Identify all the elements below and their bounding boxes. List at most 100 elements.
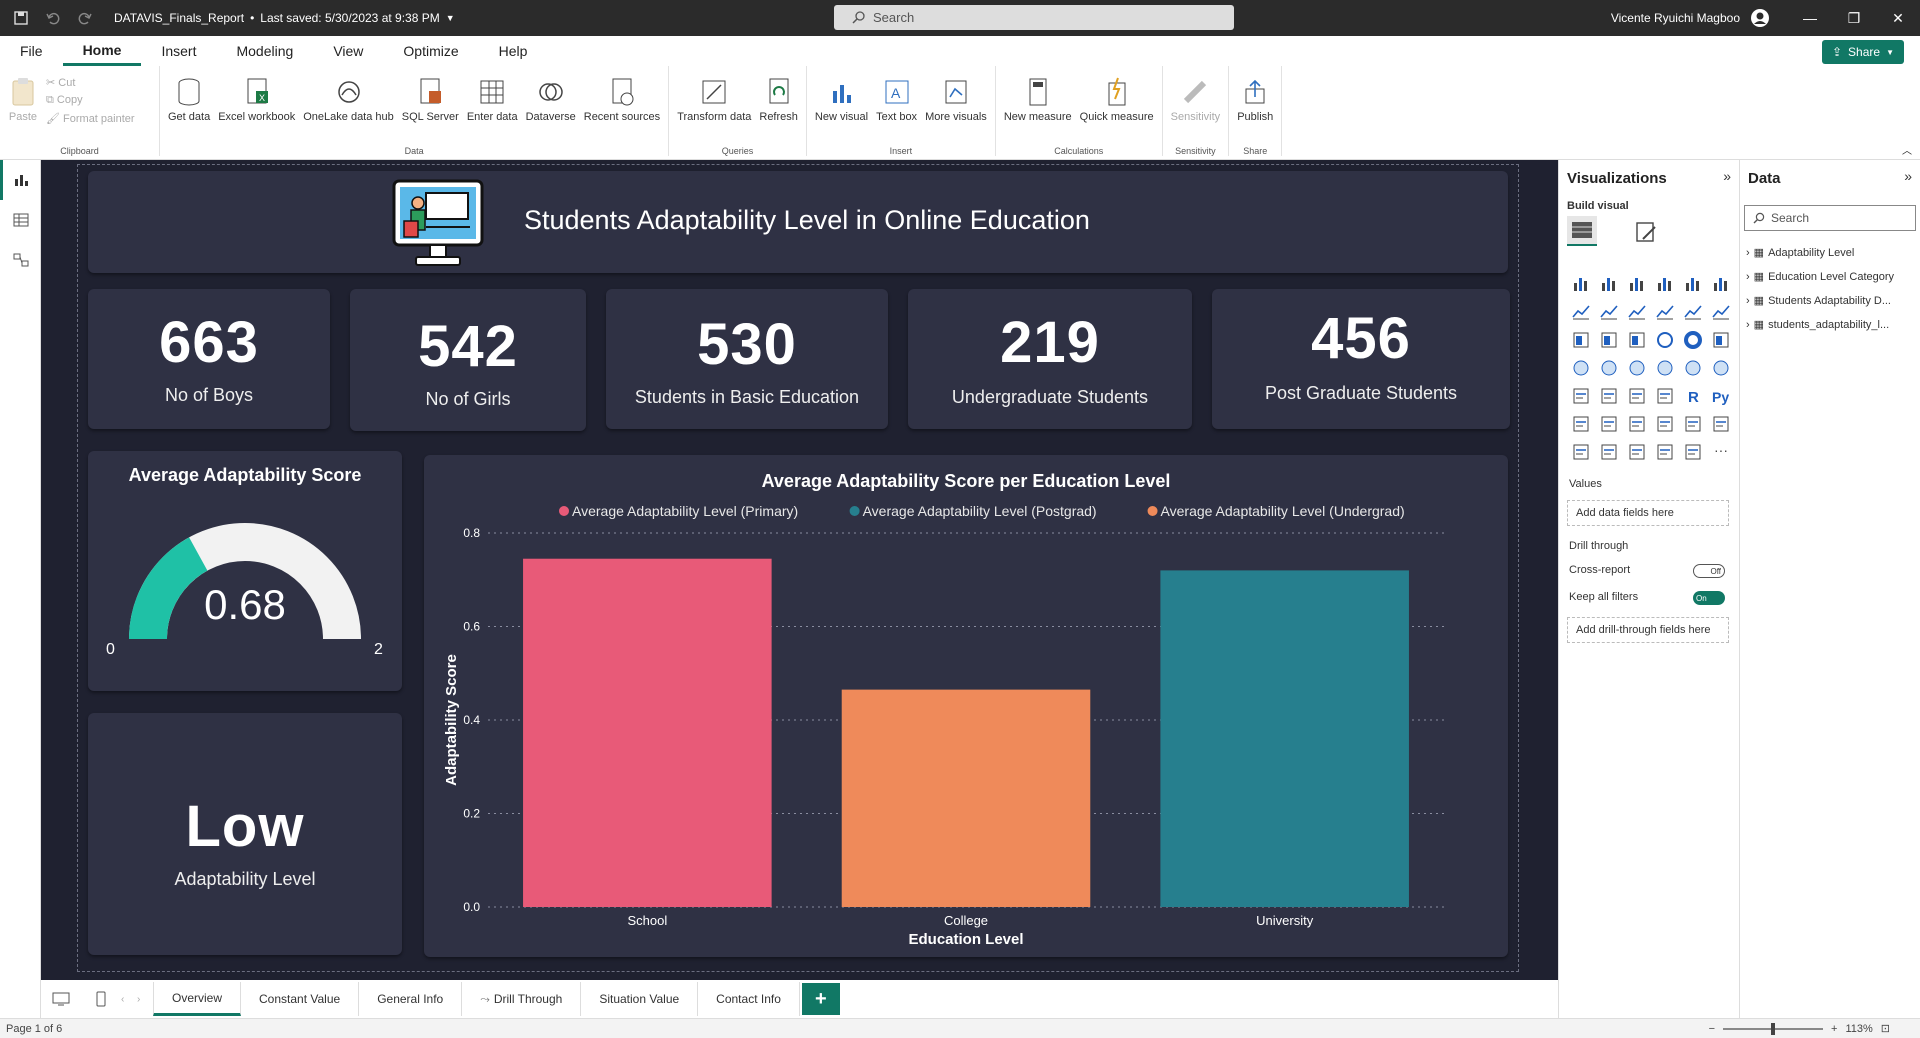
paste-button[interactable]: Paste [4,70,42,156]
text-box-button[interactable]: A Text box [872,70,921,156]
scroll-right-icon[interactable]: › [137,994,153,1005]
build-visual-tab[interactable] [1567,216,1597,246]
gauge-card[interactable]: Average Adaptability Score 0.68 0 2 [88,451,402,691]
goals-icon[interactable] [1679,410,1707,438]
page-tab-situation-value[interactable]: Situation Value [581,982,699,1016]
line-column-icon[interactable] [1651,298,1679,326]
tab-home[interactable]: Home [62,36,142,66]
table-icon[interactable] [1623,382,1651,410]
restore-icon[interactable]: ❐ [1832,0,1876,36]
copy-button[interactable]: ⧉ Copy [46,94,135,107]
zoom-out-icon[interactable]: − [1709,1023,1715,1035]
treemap-icon[interactable] [1707,326,1735,354]
mobile-layout-icon[interactable] [81,991,121,1007]
tab-insert[interactable]: Insert [141,36,216,66]
zoom-slider-thumb[interactable] [1771,1022,1776,1035]
scatter-icon[interactable] [1623,326,1651,354]
decomposition-tree-icon[interactable] [1595,410,1623,438]
tab-modeling[interactable]: Modeling [216,36,313,66]
transform-data-button[interactable]: Transform data [673,70,755,156]
page-tab-general-info[interactable]: General Info [359,982,463,1016]
recent-sources-button[interactable]: Recent sources [580,70,664,156]
page-tab-drill-through[interactable]: ⤳ Drill Through [462,982,582,1016]
data-table-item[interactable]: › ▦ Adaptability Level [1746,246,1854,260]
save-icon[interactable] [14,11,28,25]
more-icon[interactable]: ··· [1707,438,1735,466]
values-drop-zone[interactable]: Add data fields here [1567,500,1729,526]
qa-icon[interactable] [1623,410,1651,438]
search-input[interactable]: Search [834,5,1234,30]
r-visual-icon[interactable]: R [1679,382,1707,410]
close-icon[interactable]: ✕ [1876,0,1920,36]
paginated-icon[interactable] [1707,410,1735,438]
kpi-card-postgraduate[interactable]: 456 Post Graduate Students [1212,289,1510,429]
kpi-card-girls[interactable]: 542 No of Girls [350,289,586,431]
azure-map-icon[interactable] [1623,354,1651,382]
data-table-item[interactable]: › ▦ Students Adaptability D... [1746,294,1891,308]
tab-optimize[interactable]: Optimize [383,36,478,66]
drill-through-drop-zone[interactable]: Add drill-through fields here [1567,617,1729,643]
new-visual-button[interactable]: New visual [811,70,872,156]
bar[interactable] [1160,570,1409,907]
diamond-visual-icon[interactable] [1651,438,1679,466]
page-tab-contact-info[interactable]: Contact Info [698,982,800,1016]
card-icon[interactable] [1679,354,1707,382]
python-visual-icon[interactable]: Py [1707,382,1735,410]
new-measure-button[interactable]: New measure [1000,70,1076,156]
collapse-visualizations-icon[interactable]: » [1723,168,1731,184]
kpi-card-undergraduate[interactable]: 219 Undergraduate Students [908,289,1192,429]
undo-icon[interactable] [46,11,60,25]
kpi-card-boys[interactable]: 663 No of Boys [88,289,330,429]
document-title[interactable]: DATAVIS_Finals_Report • Last saved: 5/30… [114,11,455,25]
area-chart-icon[interactable] [1595,298,1623,326]
tab-file[interactable]: File [0,36,63,66]
enter-data-button[interactable]: Enter data [463,70,522,156]
quick-measure-button[interactable]: Quick measure [1076,70,1158,156]
clustered-column-icon[interactable] [1651,270,1679,298]
onelake-button[interactable]: OneLake data hub [299,70,398,156]
add-page-button[interactable]: + [801,983,840,1015]
waterfall-icon[interactable] [1567,326,1595,354]
kpi-card-basic-education[interactable]: 530 Students in Basic Education [606,289,888,429]
format-visual-tab[interactable] [1631,218,1661,246]
zoom-in-icon[interactable]: + [1831,1023,1837,1035]
100-column-icon[interactable] [1707,270,1735,298]
keep-all-filters-toggle[interactable]: On [1693,591,1725,605]
key-influencers-icon[interactable] [1567,410,1595,438]
zoom-slider[interactable] [1723,1022,1824,1035]
format-painter-button[interactable]: 🖌 Format painter [46,112,135,125]
clustered-bar-icon[interactable] [1623,270,1651,298]
map-icon[interactable] [1567,354,1595,382]
page-tab-overview[interactable]: Overview [153,982,242,1016]
multi-row-card-icon[interactable] [1707,354,1735,382]
collapse-ribbon-icon[interactable]: ︿ [1902,142,1912,157]
legend-item[interactable]: Average Adaptability Level (Undergrad) [1147,503,1405,519]
funnel-icon[interactable] [1595,326,1623,354]
excel-workbook-button[interactable]: X Excel workbook [214,70,299,156]
narrative-icon[interactable] [1651,410,1679,438]
legend-item[interactable]: Average Adaptability Level (Primary) [559,503,798,519]
tab-help[interactable]: Help [479,36,548,66]
stacked-bar-icon[interactable] [1567,270,1595,298]
page-tab-constant-value[interactable]: Constant Value [241,982,360,1016]
title-card[interactable]: Students Adaptability Level in Online Ed… [88,171,1508,273]
sql-server-button[interactable]: SQL Server [398,70,463,156]
minimize-icon[interactable]: — [1788,0,1832,36]
line-chart-icon[interactable] [1567,298,1595,326]
report-view-icon[interactable] [0,160,41,200]
get-data-button[interactable]: Get data [164,70,214,156]
100-bar-icon[interactable] [1679,270,1707,298]
user-account[interactable]: Vicente Ryuichi Magboo [1611,0,1770,36]
dataverse-button[interactable]: Dataverse [522,70,580,156]
more-visuals-button[interactable]: More visuals [921,70,991,156]
cross-report-toggle[interactable]: Off [1693,564,1725,578]
power-apps-icon[interactable] [1567,438,1595,466]
power-automate-icon[interactable] [1595,438,1623,466]
sensitivity-button[interactable]: Sensitivity [1167,70,1225,156]
gauge-icon[interactable] [1651,354,1679,382]
legend-item[interactable]: Average Adaptability Level (Postgrad) [849,503,1097,519]
table-view-icon[interactable] [0,200,41,240]
bar-chart-card[interactable]: Average Adaptability Score per Education… [424,455,1508,957]
pie-icon[interactable] [1651,326,1679,354]
data-search-input[interactable]: Search [1744,205,1916,231]
